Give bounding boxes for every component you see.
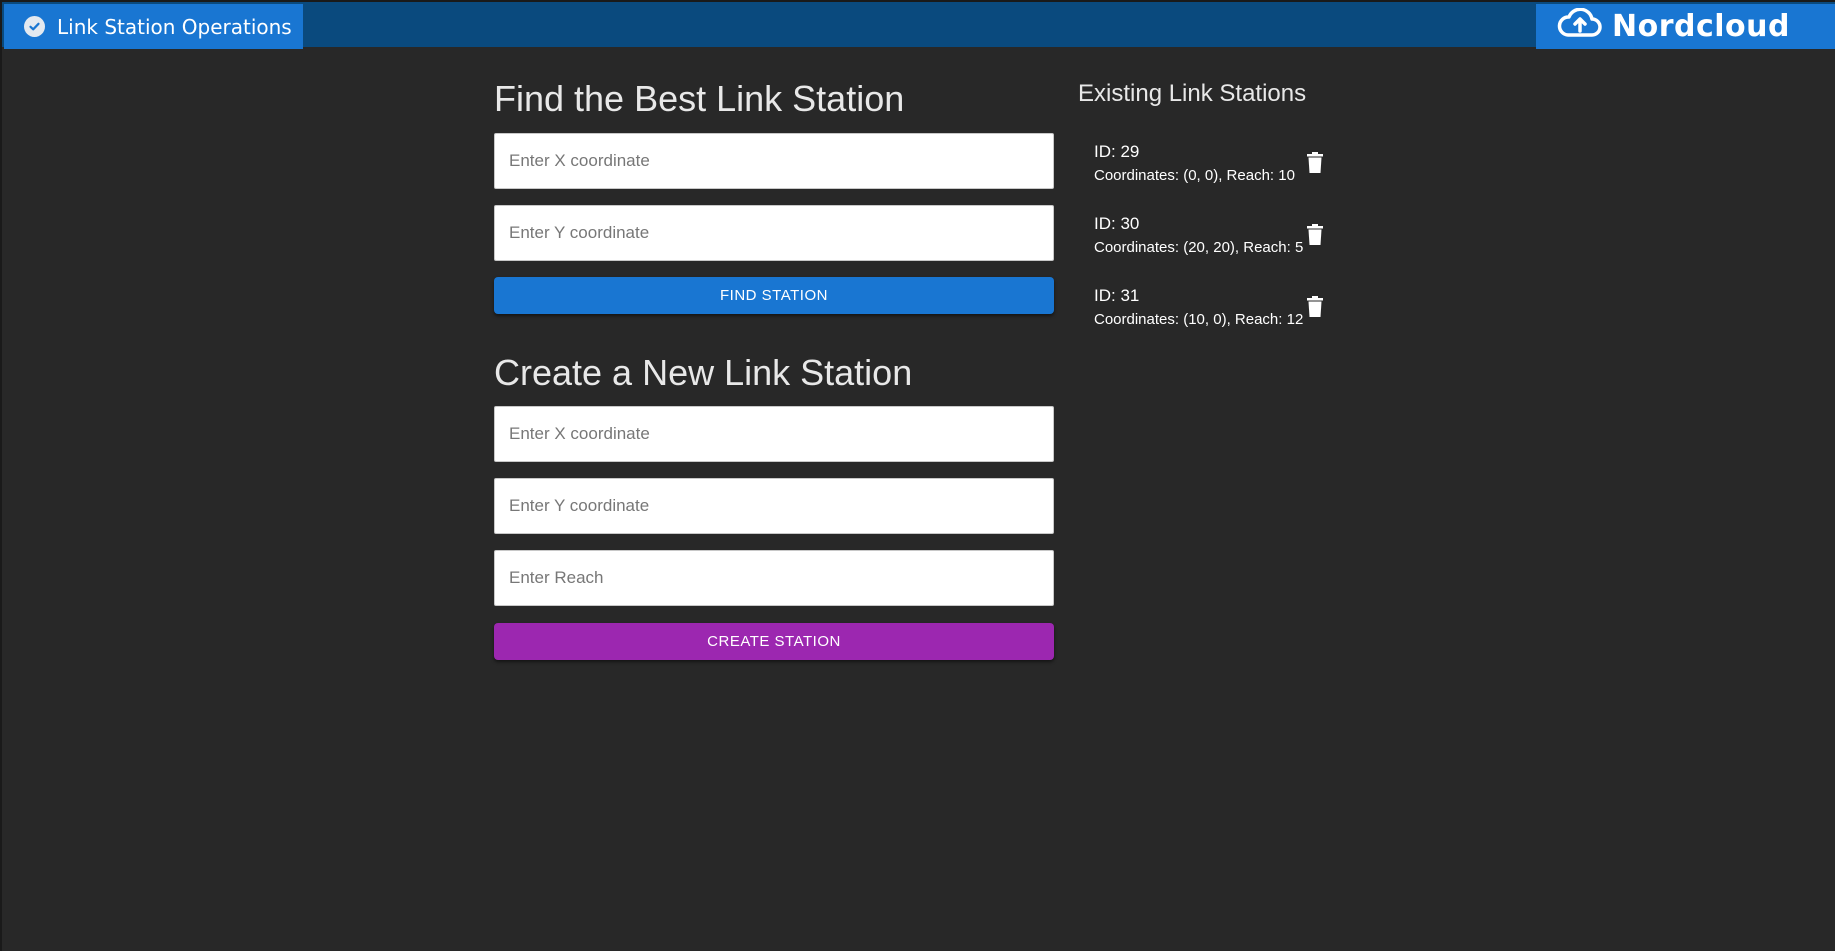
station-list-item: ID: 29 Coordinates: (0, 0), Reach: 10 [1094,142,1334,202]
find-section-title: Find the Best Link Station [494,78,905,119]
brand-name: Nordcloud [1612,9,1790,44]
station-list-item: ID: 31 Coordinates: (10, 0), Reach: 12 [1094,286,1334,346]
cloud-icon [1556,7,1604,45]
top-app-bar: Link Station Operations Nordcloud [2,0,1835,49]
find-x-input[interactable] [494,133,1054,189]
station-coordinates: Coordinates: (20, 20), Reach: 5 [1094,239,1304,256]
stations-list-title: Existing Link Stations [1078,80,1307,107]
station-coordinates: Coordinates: (10, 0), Reach: 12 [1094,311,1304,328]
find-y-input[interactable] [494,205,1054,261]
check-circle-icon [24,16,45,37]
trash-icon[interactable] [1306,296,1324,318]
create-section-title: Create a New Link Station [494,352,913,393]
create-station-button[interactable]: CREATE STATION [494,623,1054,660]
create-y-input[interactable] [494,478,1054,534]
station-id: ID: 31 [1094,286,1140,305]
station-id: ID: 30 [1094,214,1140,233]
find-station-button[interactable]: FIND STATION [494,277,1054,314]
station-list-item: ID: 30 Coordinates: (20, 20), Reach: 5 [1094,214,1334,274]
trash-icon[interactable] [1306,152,1324,174]
tab-title: Link Station Operations [57,14,292,39]
app-window: Link Station Operations Nordcloud Find t… [0,0,1835,951]
station-coordinates: Coordinates: (0, 0), Reach: 10 [1094,167,1295,184]
create-reach-input[interactable] [494,550,1054,606]
brand-logo: Nordcloud [1536,4,1835,49]
create-x-input[interactable] [494,406,1054,462]
station-id: ID: 29 [1094,142,1140,161]
tab-link-station-operations[interactable]: Link Station Operations [4,4,303,49]
trash-icon[interactable] [1306,224,1324,246]
